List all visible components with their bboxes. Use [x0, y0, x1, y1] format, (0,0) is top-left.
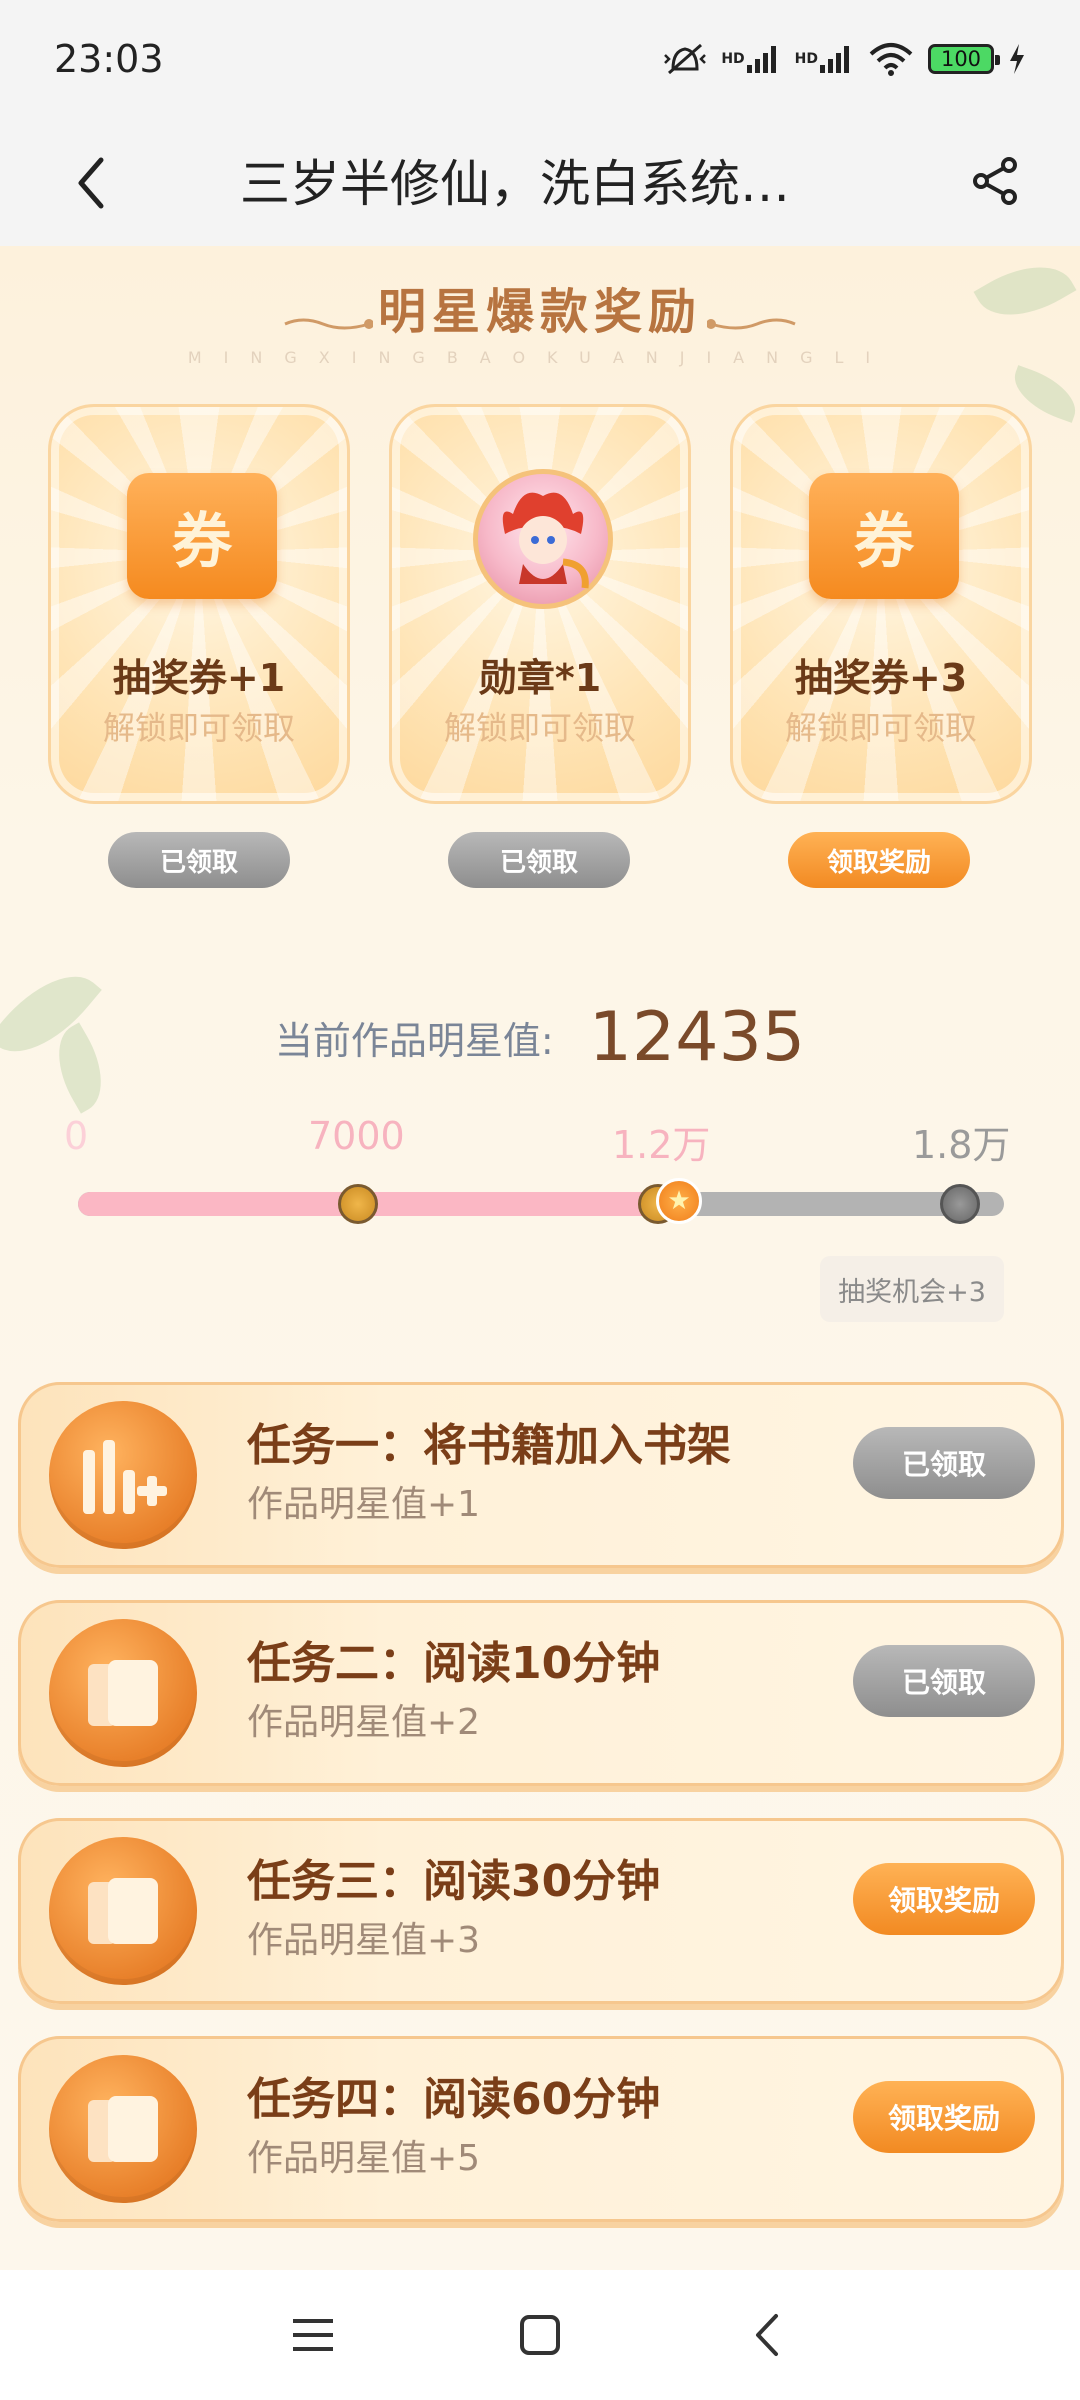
medal-icon	[473, 469, 613, 609]
star-value-row: 当前作品明星值: 12435	[0, 998, 1080, 1077]
coin-node-locked-icon	[940, 1184, 980, 1224]
heading-left-ornament	[284, 318, 373, 329]
nav-home-button[interactable]	[500, 2295, 580, 2375]
chevron-left-icon	[78, 157, 104, 209]
reward-subtitle: 解锁即可领取	[102, 709, 295, 747]
status-icons: HD HD 100	[663, 39, 1026, 79]
task-card-2: 任务二：阅读10分钟 作品明星值+2 已领取	[18, 1600, 1064, 1786]
add-bookshelf-icon	[49, 1401, 197, 1549]
star-progress-bar	[78, 1192, 1004, 1216]
task-title: 任务三：阅读30分钟	[247, 1856, 661, 1907]
task-4-claim-button[interactable]: 领取奖励	[853, 2081, 1035, 2153]
task-reward: 作品明星值+1	[247, 1484, 481, 1525]
section-title: 明星爆款奖励	[377, 284, 702, 340]
task-card-4: 任务四：阅读60分钟 作品明星值+5 领取奖励	[18, 2036, 1064, 2222]
reward-card-3: 券 抽奖券+3 解锁即可领取	[730, 404, 1032, 804]
page-title: 三岁半修仙，洗白系统…	[240, 155, 790, 213]
task-1-claimed-button[interactable]: 已领取	[853, 1427, 1035, 1499]
milestone-tooltip: 抽奖机会+3	[820, 1256, 1004, 1322]
task-title: 任务四：阅读60分钟	[247, 2074, 661, 2125]
status-bar: 23:03 HD HD 100	[0, 0, 1080, 118]
reward-section-heading: 明星爆款奖励 MINGXINGBAOKUANJIANGLI	[0, 272, 1080, 367]
share-button[interactable]	[966, 148, 1026, 214]
task-reward: 作品明星值+5	[247, 2138, 481, 2179]
mute-vibrate-icon	[663, 39, 707, 79]
home-square-icon	[519, 2315, 560, 2355]
coin-node-icon	[338, 1184, 378, 1224]
task-reward: 作品明星值+3	[247, 1920, 481, 1961]
main-content[interactable]: 明星爆款奖励 MINGXINGBAOKUANJIANGLI 券 抽奖券+1 解锁…	[0, 246, 1080, 2270]
book-icon	[49, 1619, 197, 1767]
nav-menu-button[interactable]	[273, 2295, 353, 2375]
reward-2-claimed-button[interactable]: 已领取	[448, 832, 630, 888]
progress-tick-18000: 1.8万	[912, 1123, 1011, 1167]
cellular-signal-icon: HD	[721, 43, 780, 75]
reward-subtitle: 解锁即可领取	[443, 709, 636, 747]
reward-card-2: 勋章*1 解锁即可领取	[389, 404, 691, 804]
nav-back-button[interactable]	[727, 2295, 807, 2375]
menu-icon	[293, 2319, 334, 2351]
battery-icon: 100	[928, 44, 1000, 74]
task-3-claim-button[interactable]: 领取奖励	[853, 1863, 1035, 1935]
progress-tick-0: 0	[64, 1114, 89, 1158]
reward-title: 抽奖券+1	[112, 656, 286, 700]
system-nav-bar	[0, 2270, 1080, 2400]
reward-title: 勋章*1	[478, 656, 602, 700]
reward-card-1: 券 抽奖券+1 解锁即可领取	[48, 404, 350, 804]
section-title-pinyin: MINGXINGBAOKUANJIANGLI	[187, 348, 893, 367]
charging-icon	[1008, 43, 1026, 75]
task-reward: 作品明星值+2	[247, 1702, 481, 1743]
title-bar: 三岁半修仙，洗白系统…	[0, 118, 1080, 246]
task-2-claimed-button[interactable]: 已领取	[853, 1645, 1035, 1717]
progress-tick-7000: 7000	[308, 1114, 405, 1158]
task-card-1: 任务一：将书籍加入书架 作品明星值+1 已领取	[18, 1382, 1064, 1568]
task-title: 任务一：将书籍加入书架	[247, 1420, 731, 1471]
back-arrow-icon	[755, 2314, 778, 2356]
star-value-label: 当前作品明星值:	[274, 1019, 554, 1063]
star-progress-fill	[78, 1192, 694, 1216]
current-star-marker-icon: ★	[656, 1178, 702, 1224]
task-title: 任务二：阅读10分钟	[247, 1638, 661, 1689]
reward-subtitle: 解锁即可领取	[784, 709, 977, 747]
star-value: 12435	[588, 998, 806, 1077]
share-icon	[973, 157, 1017, 205]
reward-title: 抽奖券+3	[794, 656, 968, 700]
task-card-3: 任务三：阅读30分钟 作品明星值+3 领取奖励	[18, 1818, 1064, 2004]
book-icon	[49, 1837, 197, 1985]
heading-right-ornament	[707, 318, 796, 329]
back-button[interactable]	[60, 148, 120, 218]
cellular-signal-icon-2: HD	[795, 43, 854, 75]
character-avatar-icon	[502, 492, 589, 589]
reward-3-claim-button[interactable]: 领取奖励	[788, 832, 970, 888]
progress-tick-12000: 1.2万	[612, 1123, 711, 1167]
ticket-icon: 券	[809, 473, 959, 599]
ticket-icon: 券	[127, 473, 277, 599]
wifi-icon	[868, 42, 914, 76]
book-icon	[49, 2055, 197, 2203]
reward-1-claimed-button[interactable]: 已领取	[108, 832, 290, 888]
status-time: 23:03	[54, 37, 164, 81]
